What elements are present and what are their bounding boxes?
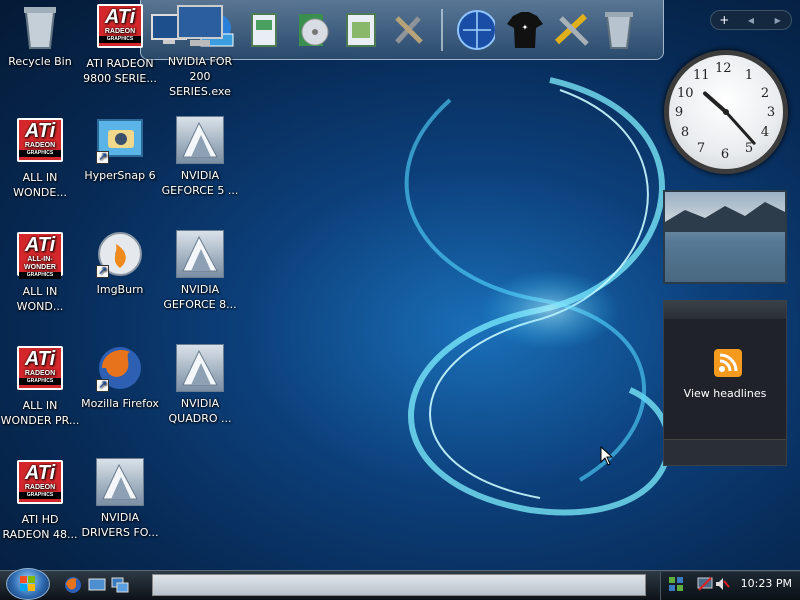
documents-icon[interactable] — [245, 8, 285, 52]
monitor-icon[interactable] — [697, 576, 713, 592]
desktop-icon-nvidia-geforce-5[interactable]: NVIDIA GEFORCE 5 ... — [160, 116, 240, 198]
desktop-icon-label: ImgBurn — [96, 283, 144, 296]
desktop-icon-all-in-wonder-2[interactable]: ATi ALL-IN-WONDER GRAPHICS ALL IN WOND... — [0, 230, 80, 314]
view-headlines-link[interactable]: View headlines — [664, 387, 786, 400]
desktop-icon-label: Mozilla Firefox — [81, 397, 159, 410]
nvidia-installer-icon — [176, 2, 224, 50]
hypersnap-icon — [96, 116, 144, 164]
volume-muted-icon[interactable] — [714, 576, 730, 592]
show-desktop-icon[interactable] — [88, 576, 106, 594]
desktop-icon-label: ALL IN WONDE... — [13, 171, 67, 199]
desktop-icon-label: NVIDIA DRIVERS FO... — [81, 511, 159, 539]
desktop-icon-label: HyperSnap 6 — [84, 169, 156, 182]
desktop-icon-label: Recycle Bin — [8, 55, 72, 68]
desktop-icon-recycle-bin[interactable]: Recycle Bin — [0, 2, 80, 69]
desktop-icon-nvidia-200-series[interactable]: NVIDIA FOR 200 SERIES.exe — [160, 2, 240, 99]
desktop-icon-nvidia-drivers[interactable]: NVIDIA DRIVERS FO... — [80, 458, 160, 540]
next-gadget-button[interactable]: ▶ — [764, 16, 791, 25]
ati-radeon-icon: ATi RADEON GRAPHICS — [96, 4, 144, 52]
prev-gadget-button[interactable]: ◀ — [738, 16, 765, 25]
nvidia-icon — [96, 458, 144, 506]
tools-icon[interactable] — [389, 8, 429, 52]
desktop-icon-label: NVIDIA QUADRO ... — [168, 397, 232, 425]
settings-tools-icon[interactable] — [551, 8, 591, 52]
desktop-icon-ati-hd-radeon[interactable]: ATi RADEON GRAPHICS ATI HD RADEON 48... — [0, 458, 80, 542]
ati-radeon-icon: ATi RADEON GRAPHICS — [16, 460, 64, 508]
dock-separator — [441, 8, 443, 51]
taskbar-window-area[interactable] — [152, 574, 646, 596]
desktop-icon-label: NVIDIA FOR 200 SERIES.exe — [167, 55, 233, 98]
desktop-icon-label: ATI RADEON 9800 SERIE... — [83, 57, 157, 85]
desktop-icon-label: ALL IN WOND... — [16, 285, 64, 313]
dvd-icon[interactable] — [293, 8, 333, 52]
feed-header-bar — [664, 301, 786, 319]
slideshow-gadget[interactable] — [663, 190, 787, 284]
desktop-icon-label: NVIDIA GEFORCE 5 ... — [161, 169, 239, 197]
network-icon[interactable] — [668, 576, 684, 592]
desktop-icon-ati-radeon-9800[interactable]: ATi RADEON GRAPHICS ATI RADEON 9800 SERIE.… — [80, 2, 160, 86]
taskbar-clock[interactable]: 10:23 PM — [741, 577, 792, 590]
recycle-bin-icon — [16, 2, 64, 50]
nvidia-icon — [176, 344, 224, 392]
desktop-icon-nvidia-quadro[interactable]: NVIDIA QUADRO ... — [160, 344, 240, 426]
rss-icon — [714, 349, 742, 377]
desktop-icon-label: ALL IN WONDER PR... — [0, 399, 80, 427]
shortcut-arrow-icon — [96, 149, 109, 164]
desktop-icon-nvidia-geforce-8[interactable]: NVIDIA GEFORCE 8... — [160, 230, 240, 312]
slideshow-photo — [665, 202, 785, 282]
wallpaper-swirl — [404, 77, 672, 516]
firefox-icon[interactable] — [64, 576, 82, 594]
ati-radeon-icon: ATi RADEON GRAPHICS — [16, 346, 64, 394]
firefox-icon — [96, 344, 144, 392]
desktop-icon-firefox[interactable]: Mozilla Firefox — [80, 344, 160, 411]
clock-minute-hand — [724, 110, 756, 145]
ati-radeon-icon: ATi RADEON GRAPHICS — [16, 118, 64, 166]
desktop-icon-all-in-wonder-1[interactable]: ATi RADEON GRAPHICS ALL IN WONDE... — [0, 116, 80, 200]
clock-gadget[interactable]: 12 1 2 3 4 5 6 7 8 9 10 11 — [664, 50, 788, 174]
desktop-icon-hypersnap[interactable]: HyperSnap 6 — [80, 116, 160, 183]
mouse-cursor-icon — [600, 446, 614, 466]
imgburn-icon — [96, 230, 144, 278]
switch-windows-icon[interactable] — [111, 576, 129, 594]
windows-logo-icon — [20, 576, 35, 591]
nvidia-icon — [176, 116, 224, 164]
recycle-bin-icon[interactable] — [599, 8, 639, 52]
clock-hour-hand — [703, 91, 728, 114]
internet-globe-icon[interactable] — [455, 8, 495, 52]
tshirt-icon[interactable]: ✦ — [503, 8, 543, 52]
clock-hands — [703, 91, 756, 145]
svg-text:✦: ✦ — [522, 23, 529, 32]
desktop-icon-label: NVIDIA GEFORCE 8... — [163, 283, 237, 311]
feed-headlines-gadget[interactable]: View headlines — [663, 300, 787, 466]
start-button[interactable] — [6, 568, 50, 600]
shortcut-arrow-icon — [96, 263, 109, 278]
desktop-icon-all-in-wonder-pro[interactable]: ATi RADEON GRAPHICS ALL IN WONDER PR... — [0, 344, 80, 428]
add-gadget-button[interactable]: + — [711, 13, 738, 27]
desktop-icon-imgburn[interactable]: ImgBurn — [80, 230, 160, 297]
pictures-icon[interactable] — [341, 8, 381, 52]
desktop-icon-label: ATI HD RADEON 48... — [2, 513, 78, 541]
nvidia-icon — [176, 230, 224, 278]
shortcut-arrow-icon — [96, 377, 109, 392]
sidebar-controls: + ◀ ▶ — [710, 10, 792, 30]
ati-all-in-wonder-icon: ATi ALL-IN-WONDER GRAPHICS — [16, 232, 64, 280]
feed-footer-bar — [664, 439, 786, 465]
